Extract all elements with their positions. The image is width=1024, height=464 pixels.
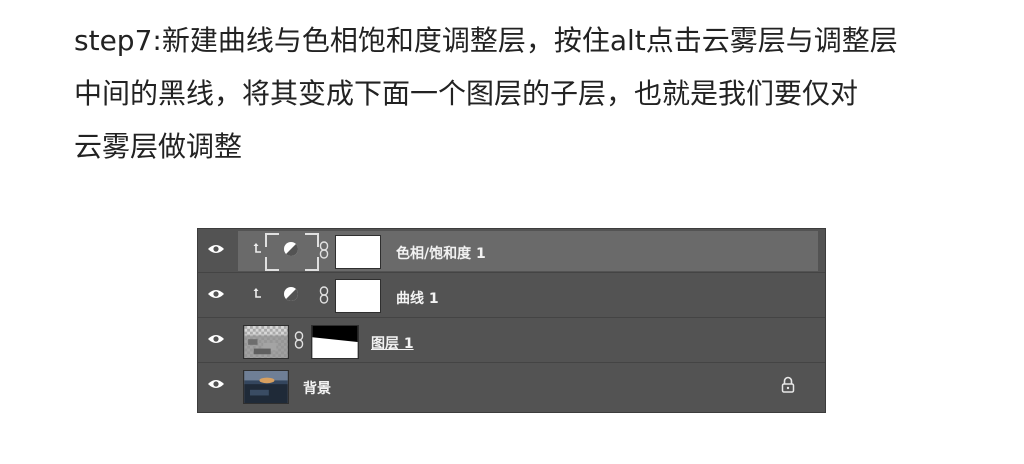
clipping-arrow-icon xyxy=(253,288,261,298)
page: step7:新建曲线与色相饱和度调整层，按住alt点击云雾层与调整层 中间的黑线… xyxy=(0,0,1024,464)
eye-icon[interactable] xyxy=(207,243,225,255)
clipping-arrow-icon xyxy=(253,243,261,253)
layer-mask-thumbnail[interactable] xyxy=(311,325,359,359)
eye-icon[interactable] xyxy=(207,288,225,300)
layer-row-curves[interactable]: 曲线 1 xyxy=(198,274,825,318)
layer-row-background[interactable]: 背景 xyxy=(198,364,825,408)
layer-thumbnail[interactable] xyxy=(243,325,289,359)
selection-bracket-icon xyxy=(305,233,319,247)
layer-mask-thumbnail[interactable] xyxy=(335,235,381,269)
selection-bracket-icon xyxy=(265,257,279,271)
adjustment-layer-icon xyxy=(284,287,298,301)
adjustment-layer-icon xyxy=(284,242,298,256)
layer-name[interactable]: 曲线 1 xyxy=(396,288,439,308)
layer-name[interactable]: 色相/饱和度 1 xyxy=(396,243,486,263)
eye-icon[interactable] xyxy=(207,378,225,390)
chain-link-icon[interactable] xyxy=(319,241,329,259)
layer-mask-thumbnail[interactable] xyxy=(335,279,381,313)
layer-row-layer-1[interactable]: 图层 1 xyxy=(198,319,825,363)
background-thumbnail[interactable] xyxy=(243,370,289,404)
selection-bracket-icon xyxy=(305,257,319,271)
instruction-line-1: step7:新建曲线与色相饱和度调整层，按住alt点击云雾层与调整层 xyxy=(74,24,898,57)
chain-link-icon[interactable] xyxy=(294,331,304,349)
selection-bracket-icon xyxy=(265,233,279,247)
instruction-line-2: 中间的黑线，将其变成下面一个图层的子层，也就是我们要仅对 xyxy=(74,77,859,110)
chain-link-icon[interactable] xyxy=(319,286,329,304)
instruction-line-3: 云雾层做调整 xyxy=(74,130,243,163)
eye-icon[interactable] xyxy=(207,333,225,345)
lock-icon[interactable] xyxy=(781,376,795,394)
layer-name[interactable]: 图层 1 xyxy=(371,333,414,353)
layers-panel: 色相/饱和度 1 曲线 1 图层 1 背景 xyxy=(197,228,826,413)
instruction-text: step7:新建曲线与色相饱和度调整层，按住alt点击云雾层与调整层 中间的黑线… xyxy=(74,14,1004,173)
layer-name[interactable]: 背景 xyxy=(303,378,331,398)
layer-row-hue-saturation[interactable]: 色相/饱和度 1 xyxy=(198,229,825,273)
